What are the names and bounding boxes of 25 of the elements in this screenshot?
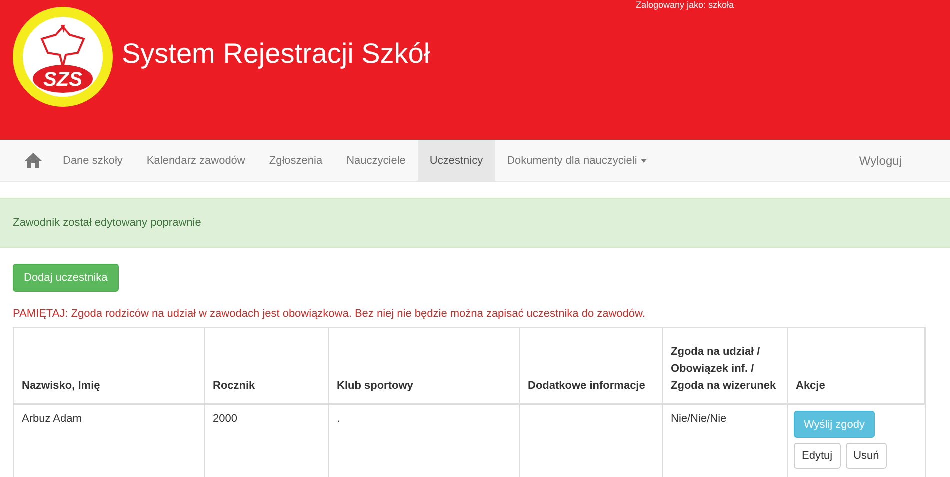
site-title: System Rejestracji Szkół	[122, 38, 430, 70]
nav-tab[interactable]: Dane szkoły	[51, 140, 135, 181]
table-cell: Arbuz Adam	[14, 405, 205, 477]
logo: SZS	[12, 5, 114, 109]
column-header: Rocznik	[205, 328, 329, 405]
edit-button[interactable]: Edytuj	[794, 443, 841, 469]
delete-button[interactable]: Usuń	[846, 443, 888, 469]
column-header: Klub sportowy	[329, 328, 520, 405]
nav-tab[interactable]: Zgłoszenia	[257, 140, 335, 181]
column-header: Nazwisko, Imię	[14, 328, 205, 405]
nav-tab[interactable]: Nauczyciele	[334, 140, 418, 181]
table-cell: Nie/Nie/Nie	[663, 405, 788, 477]
nav-tab[interactable]: Kalendarz zawodów	[134, 140, 258, 181]
logout-link[interactable]: Wyloguj	[859, 140, 902, 181]
success-alert: Zawodnik został edytowany poprawnie	[0, 198, 950, 248]
table-cell: .	[329, 405, 520, 477]
nav-tab[interactable]: Uczestnicy	[418, 140, 496, 181]
consent-notice: PAMIĘTAJ: Zgoda rodziców na udział w zawodach jest obowiązkowa. Bez niej nie będzie można zapisać uczestnika do zawodów.	[13, 308, 646, 320]
column-header: Zgoda na udział / Obowiązek inf. / Zgoda na wizerunek	[663, 328, 788, 405]
logged-in-user: Zalogowany jako: szkoła	[636, 0, 734, 10]
nav-tab[interactable]: Dokumenty dla nauczycieli	[495, 140, 660, 181]
table-cell: 2000	[205, 405, 329, 477]
column-header: Dodatkowe informacje	[520, 328, 663, 405]
add-participant-button[interactable]: Dodaj uczestnika	[13, 264, 119, 292]
column-header: Akcje	[788, 328, 925, 405]
